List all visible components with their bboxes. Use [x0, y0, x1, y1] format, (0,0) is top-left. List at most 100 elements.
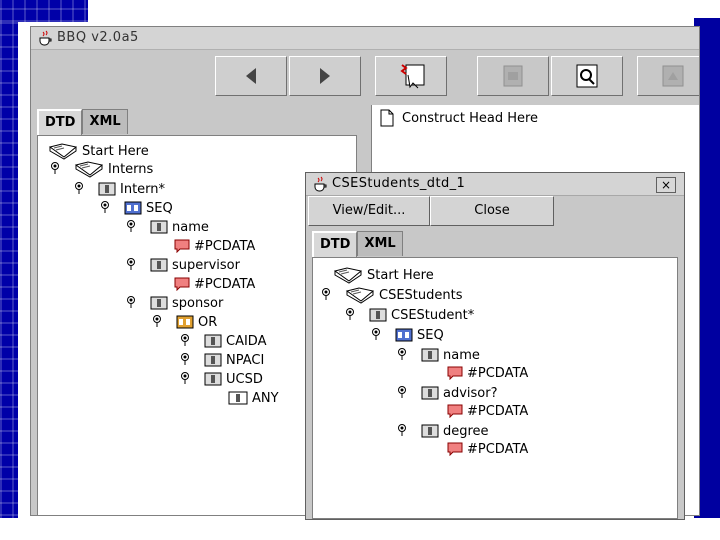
dialog-tree-node-label: advisor?: [443, 385, 498, 401]
document-search-button[interactable]: [551, 56, 623, 96]
new-construct-button[interactable]: [375, 56, 447, 96]
element-icon: [204, 372, 222, 386]
element-icon: [204, 334, 222, 348]
document-icon: [380, 109, 394, 127]
expand-handle-icon[interactable]: [126, 296, 136, 308]
tab-xml[interactable]: XML: [82, 109, 128, 134]
dialog-tab-dtd[interactable]: DTD: [312, 231, 358, 257]
arrow-left-icon: [246, 68, 256, 84]
dialog-tree-node-label: #PCDATA: [467, 403, 529, 419]
expand-handle-icon[interactable]: [74, 182, 84, 194]
dialog-tree-node-label: CSEStudents: [379, 287, 463, 303]
dtd-tree-node-label: ANY: [252, 390, 279, 406]
dtd-tree-node-label: #PCDATA: [194, 276, 256, 292]
dialog-tree-node-label: name: [443, 347, 480, 363]
expand-handle-icon[interactable]: [180, 372, 190, 384]
dtd-tree-node[interactable]: ANY: [228, 389, 279, 407]
dtd-tree-node[interactable]: OR: [153, 313, 217, 331]
dtd-tree-node-label: UCSD: [226, 371, 263, 387]
dialog-dtd-tree: Start Here CSEStudents CSEStudent* SEQ name #…: [312, 257, 678, 519]
element-icon: [421, 386, 439, 400]
dtd-tree-node-label: name: [172, 219, 209, 235]
dialog-tabs: DTD XML: [312, 231, 403, 257]
dialog-tree-node-label: degree: [443, 423, 489, 439]
book-icon: [74, 160, 104, 178]
dtd-tree-node[interactable]: #PCDATA: [174, 275, 255, 293]
back-button[interactable]: [215, 56, 287, 96]
tab-dtd[interactable]: DTD: [37, 109, 83, 135]
seq-icon: [395, 328, 413, 342]
dialog-tab-xml[interactable]: XML: [357, 231, 403, 256]
expand-handle-icon[interactable]: [126, 220, 136, 232]
element-icon: [421, 348, 439, 362]
dialog-tree-node[interactable]: CSEStudents: [322, 286, 463, 304]
dtd-tree-node[interactable]: #PCDATA: [174, 237, 255, 255]
pcdata-icon: [447, 366, 463, 380]
forward-button[interactable]: [289, 56, 361, 96]
book-icon: [345, 286, 375, 304]
dialog-tree-node-label: SEQ: [417, 327, 444, 343]
expand-handle-icon[interactable]: [371, 328, 381, 340]
dialog-tree-node[interactable]: name: [398, 346, 480, 364]
expand-handle-icon[interactable]: [397, 424, 407, 436]
dtd-tree-node[interactable]: name: [127, 218, 209, 236]
disabled-execute-button[interactable]: [637, 56, 699, 96]
dtd-tree-node-label: NPACI: [226, 352, 265, 368]
dialog-tree-node[interactable]: degree: [398, 422, 489, 440]
dtd-tree-node[interactable]: UCSD: [181, 370, 263, 388]
any-icon: [228, 391, 248, 405]
expand-handle-icon[interactable]: [100, 201, 110, 213]
expand-handle-icon[interactable]: [50, 162, 60, 174]
document-search-icon: [576, 64, 598, 88]
dialog-tree-node[interactable]: Start Here: [333, 266, 434, 284]
dtd-tree-node[interactable]: sponsor: [127, 294, 224, 312]
dialog-tree-node-label: CSEStudent*: [391, 307, 475, 323]
pcdata-icon: [447, 442, 463, 456]
dialog-tree-node[interactable]: #PCDATA: [447, 364, 528, 382]
dialog-tree-node-label: #PCDATA: [467, 365, 529, 381]
dialog-title-bar[interactable]: CSEStudents_dtd_1 ×: [306, 173, 684, 196]
dialog-tree-node[interactable]: #PCDATA: [447, 440, 528, 458]
dtd-tree-node[interactable]: NPACI: [181, 351, 265, 369]
disabled-execute-icon: [662, 65, 684, 87]
dtd-tree-node[interactable]: SEQ: [101, 199, 173, 217]
expand-handle-icon[interactable]: [152, 315, 162, 327]
expand-handle-icon[interactable]: [126, 258, 136, 270]
element-icon: [421, 424, 439, 438]
dialog-tree-node[interactable]: advisor?: [398, 384, 498, 402]
view-edit-button[interactable]: View/Edit...: [308, 196, 430, 226]
dtd-tree-node[interactable]: Intern*: [75, 180, 165, 198]
expand-handle-icon[interactable]: [180, 353, 190, 365]
expand-handle-icon[interactable]: [397, 348, 407, 360]
csestudents-dialog: CSEStudents_dtd_1 × View/Edit... Close D…: [305, 172, 685, 520]
dtd-tree-node-label: sponsor: [172, 295, 224, 311]
disabled-action-icon: [503, 65, 523, 87]
main-window-title: BBQ v2.0a5: [57, 30, 139, 45]
dialog-tree-node[interactable]: #PCDATA: [447, 402, 528, 420]
element-icon: [150, 258, 168, 272]
element-icon: [369, 308, 387, 322]
main-title-bar[interactable]: BBQ v2.0a5: [31, 27, 699, 50]
dialog-close-icon[interactable]: ×: [656, 177, 676, 193]
expand-handle-icon[interactable]: [345, 308, 355, 320]
expand-handle-icon[interactable]: [397, 386, 407, 398]
dtd-tree-node[interactable]: supervisor: [127, 256, 240, 274]
element-icon: [204, 353, 222, 367]
dialog-tree-node[interactable]: SEQ: [372, 326, 444, 344]
dialog-tree-node-label: Start Here: [367, 267, 434, 283]
dialog-tree-node[interactable]: CSEStudent*: [346, 306, 475, 324]
or-icon: [176, 315, 194, 329]
expand-handle-icon[interactable]: [180, 334, 190, 346]
close-button[interactable]: Close: [430, 196, 554, 226]
expand-handle-icon[interactable]: [321, 288, 331, 300]
book-icon: [48, 142, 78, 160]
dtd-tree-node[interactable]: Start Here: [48, 142, 149, 160]
dtd-tree-node[interactable]: Interns: [51, 160, 154, 178]
disabled-action-button[interactable]: [477, 56, 549, 96]
dtd-tree-node-label: CAIDA: [226, 333, 267, 349]
dtd-tree-node[interactable]: CAIDA: [181, 332, 267, 350]
dtd-tree-node-label: supervisor: [172, 257, 240, 273]
java-cup-icon: [39, 30, 52, 46]
slide-bottom-margin: [0, 518, 720, 540]
dtd-tree-node-label: Interns: [108, 161, 154, 177]
